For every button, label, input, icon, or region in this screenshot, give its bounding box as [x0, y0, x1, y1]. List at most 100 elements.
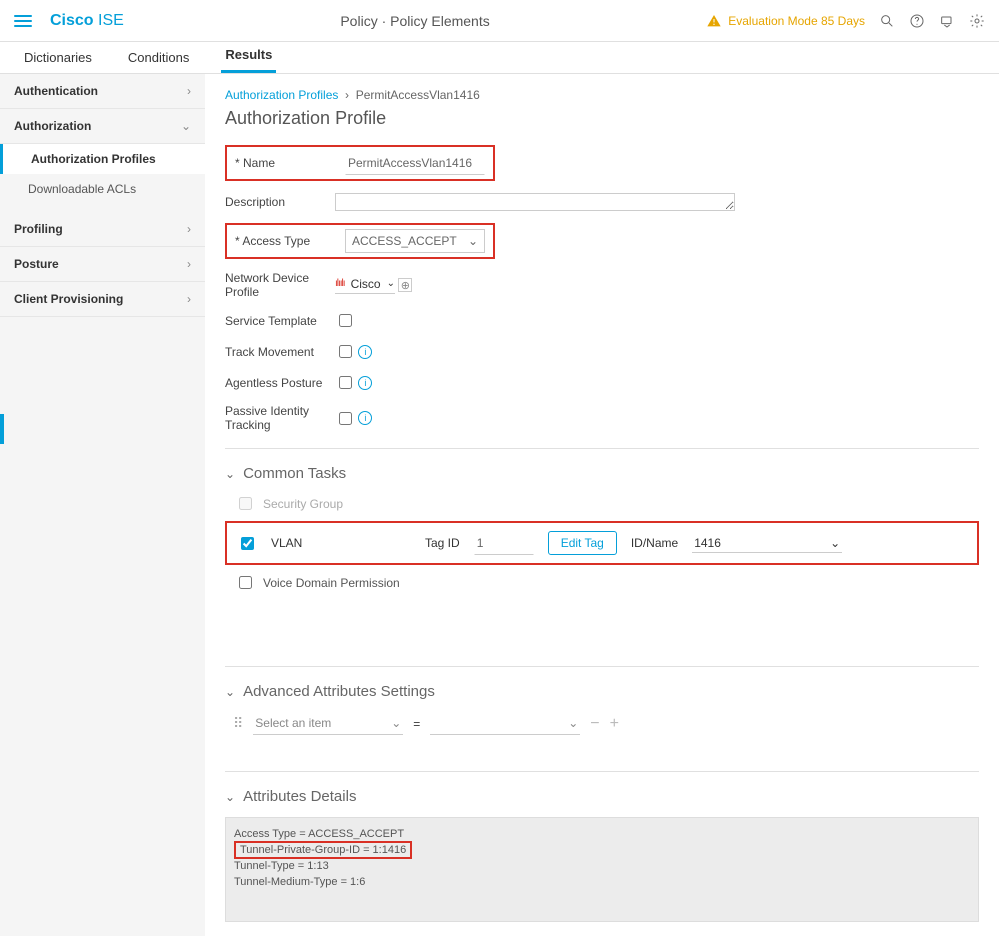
idname-label: ID/Name [631, 536, 678, 550]
service-template-label: Service Template [225, 314, 335, 328]
notifications-icon[interactable] [939, 13, 955, 29]
access-type-select[interactable]: ACCESS_ACCEPT ⌄ [345, 229, 485, 253]
chevron-down-icon: ⌄ [468, 234, 478, 248]
breadcrumb-current: PermitAccessVlan1416 [356, 88, 480, 102]
menu-icon[interactable] [14, 12, 32, 30]
equals-label: = [413, 717, 420, 731]
sidebar-item-authentication[interactable]: Authentication › [0, 74, 205, 109]
content-title: Authorization Profile [225, 108, 979, 129]
description-label: Description [225, 195, 335, 209]
name-input[interactable] [345, 151, 485, 175]
advanced-attrs-label: Advanced Attributes Settings [243, 683, 435, 700]
tabs: Dictionaries Conditions Results [0, 42, 999, 74]
header-actions: Evaluation Mode 85 Days [706, 13, 985, 29]
vlan-row: VLAN Tag ID Edit Tag ID/Name 1416 ⌄ [225, 521, 979, 565]
chevron-down-icon: ⌄ [225, 467, 235, 481]
brand-logo[interactable]: Cisco ISE [50, 12, 124, 30]
ndp-label: Network Device Profile [225, 271, 335, 299]
attribute-key-select[interactable]: Select an item⌄ [253, 712, 403, 735]
sidebar-label: Client Provisioning [14, 292, 123, 306]
info-icon[interactable]: i [358, 345, 372, 359]
settings-icon[interactable] [969, 13, 985, 29]
voice-domain-label: Voice Domain Permission [263, 576, 400, 590]
agentless-posture-label: Agentless Posture [225, 376, 335, 390]
tagid-label: Tag ID [425, 536, 460, 550]
sidebar-label: Profiling [14, 222, 63, 236]
info-icon[interactable]: i [358, 411, 372, 425]
warning-icon [706, 13, 722, 29]
sidebar-label: Authentication [14, 84, 98, 98]
chevron-right-icon: › [187, 292, 191, 306]
chevron-down-icon: ⌄ [387, 278, 395, 289]
chevron-down-icon: ⌄ [225, 685, 235, 699]
chevron-down-icon: ⌄ [181, 119, 191, 133]
remove-row-button[interactable]: − [590, 715, 599, 733]
attrs-details-header[interactable]: ⌄Attributes Details [225, 788, 979, 805]
agentless-posture-checkbox[interactable] [339, 376, 352, 389]
sidebar-label: Posture [14, 257, 59, 271]
access-type-label: Access Type [235, 234, 345, 248]
tab-dictionaries[interactable]: Dictionaries [20, 50, 96, 73]
attr-line: Access Type = ACCESS_ACCEPT [234, 828, 970, 840]
cisco-icon: ılıılı [335, 278, 345, 289]
page-title: Policy · Policy Elements [124, 13, 706, 29]
sidebar-item-authorization[interactable]: Authorization ⌄ [0, 109, 205, 144]
breadcrumb-parent[interactable]: Authorization Profiles [225, 88, 338, 102]
chevron-down-icon: ⌄ [391, 716, 401, 730]
main-content: Authorization Profiles › PermitAccessVla… [205, 74, 999, 936]
idname-value: 1416 [694, 536, 721, 550]
chevron-down-icon: ⌄ [225, 790, 235, 804]
common-tasks-header[interactable]: ⌄Common Tasks [225, 465, 979, 482]
tab-conditions[interactable]: Conditions [124, 50, 193, 73]
breadcrumb: Authorization Profiles › PermitAccessVla… [225, 88, 979, 102]
sidebar-item-posture[interactable]: Posture› [0, 247, 205, 282]
advanced-attr-row: ⠿ Select an item⌄ = ⌄ − + [233, 712, 979, 735]
idname-select[interactable]: 1416 ⌄ [692, 534, 842, 553]
passive-identity-checkbox[interactable] [339, 412, 352, 425]
vlan-label: VLAN [271, 536, 411, 550]
attr-tpgi: Tunnel-Private-Group-ID = 1:1416 [234, 841, 412, 859]
drag-handle-icon[interactable]: ⠿ [233, 715, 243, 732]
track-movement-label: Track Movement [225, 345, 335, 359]
tagid-input[interactable] [474, 531, 534, 555]
add-ndp-button[interactable]: ⊕ [398, 278, 412, 292]
sidebar-item-profiling[interactable]: Profiling › [0, 212, 205, 247]
attr-line: Tunnel-Medium-Type = 1:6 [234, 876, 970, 888]
service-template-checkbox[interactable] [339, 314, 352, 327]
tab-results[interactable]: Results [221, 47, 276, 73]
security-group-checkbox[interactable] [239, 497, 252, 510]
edit-tag-button[interactable]: Edit Tag [548, 531, 617, 555]
eval-text: Evaluation Mode 85 Days [728, 14, 865, 28]
add-row-button[interactable]: + [610, 715, 619, 733]
security-group-label: Security Group [263, 497, 343, 511]
eval-warning[interactable]: Evaluation Mode 85 Days [706, 13, 865, 29]
chevron-down-icon: ⌄ [830, 536, 840, 550]
attributes-details-box: Access Type = ACCESS_ACCEPT Tunnel-Priva… [225, 817, 979, 922]
voice-domain-checkbox[interactable] [239, 576, 252, 589]
brand-cisco: Cisco [50, 12, 94, 29]
track-movement-checkbox[interactable] [339, 345, 352, 358]
chevron-right-icon: › [187, 84, 191, 98]
ndp-value: Cisco [351, 277, 381, 291]
advanced-attrs-header[interactable]: ⌄ Advanced Attributes Settings [225, 683, 979, 700]
vlan-checkbox[interactable] [241, 537, 254, 550]
chevron-down-icon: ⌄ [568, 716, 578, 730]
attr-line-highlight: Tunnel-Private-Group-ID = 1:1416 [234, 844, 970, 856]
sidebar-item-client-provisioning[interactable]: Client Provisioning › [0, 282, 205, 317]
ndp-select[interactable]: ılıılı Cisco ⌄ [335, 277, 395, 294]
attribute-value-select[interactable]: ⌄ [430, 712, 580, 735]
sidebar: Authentication › Authorization ⌄ Authoriza… [0, 74, 205, 936]
sidebar-label: Authorization [14, 119, 91, 133]
help-icon[interactable] [909, 13, 925, 29]
description-input[interactable] [335, 193, 735, 211]
brand-ise: ISE [98, 12, 124, 29]
search-icon[interactable] [879, 13, 895, 29]
chevron-right-icon: › [187, 222, 191, 236]
name-label: Name [235, 156, 345, 170]
info-icon[interactable]: i [358, 376, 372, 390]
passive-identity-label: Passive Identity Tracking [225, 404, 335, 432]
access-type-value: ACCESS_ACCEPT [352, 234, 457, 248]
sidebar-item-downloadable-acls[interactable]: Downloadable ACLs [0, 174, 205, 204]
sidebar-item-authorization-profiles[interactable]: Authorization Profiles [0, 144, 205, 174]
app-header: Cisco ISE Policy · Policy Elements Evalu… [0, 0, 999, 42]
